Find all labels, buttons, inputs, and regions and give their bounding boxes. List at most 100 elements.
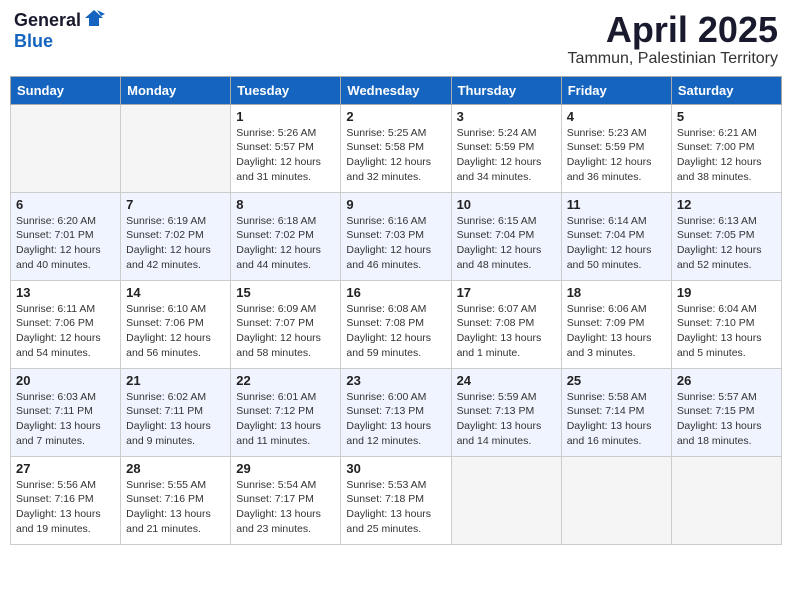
calendar-cell: 14 Sunrise: 6:10 AM Sunset: 7:06 PM Dayli…	[121, 280, 231, 368]
day-number: 6	[16, 197, 115, 212]
day-info: Sunrise: 5:54 AM Sunset: 7:17 PM Dayligh…	[236, 478, 335, 537]
day-info: Sunrise: 5:53 AM Sunset: 7:18 PM Dayligh…	[346, 478, 445, 537]
day-info: Sunrise: 6:02 AM Sunset: 7:11 PM Dayligh…	[126, 390, 225, 449]
day-number: 11	[567, 197, 666, 212]
day-info: Sunrise: 5:56 AM Sunset: 7:16 PM Dayligh…	[16, 478, 115, 537]
day-number: 12	[677, 197, 776, 212]
day-number: 26	[677, 373, 776, 388]
day-number: 23	[346, 373, 445, 388]
day-number: 24	[457, 373, 556, 388]
day-number: 7	[126, 197, 225, 212]
day-info: Sunrise: 5:55 AM Sunset: 7:16 PM Dayligh…	[126, 478, 225, 537]
calendar-week-row: 1 Sunrise: 5:26 AM Sunset: 5:57 PM Daylig…	[11, 104, 782, 192]
day-info: Sunrise: 5:57 AM Sunset: 7:15 PM Dayligh…	[677, 390, 776, 449]
calendar-cell: 16 Sunrise: 6:08 AM Sunset: 7:08 PM Dayli…	[341, 280, 451, 368]
title-area: April 2025 Tammun, Palestinian Territory	[568, 10, 778, 68]
day-info: Sunrise: 6:07 AM Sunset: 7:08 PM Dayligh…	[457, 302, 556, 361]
day-info: Sunrise: 6:04 AM Sunset: 7:10 PM Dayligh…	[677, 302, 776, 361]
calendar-cell: 6 Sunrise: 6:20 AM Sunset: 7:01 PM Daylig…	[11, 192, 121, 280]
calendar-cell: 4 Sunrise: 5:23 AM Sunset: 5:59 PM Daylig…	[561, 104, 671, 192]
day-number: 28	[126, 461, 225, 476]
day-number: 17	[457, 285, 556, 300]
day-info: Sunrise: 6:00 AM Sunset: 7:13 PM Dayligh…	[346, 390, 445, 449]
calendar-cell: 26 Sunrise: 5:57 AM Sunset: 7:15 PM Dayli…	[671, 368, 781, 456]
logo-general-text: General	[14, 10, 81, 31]
calendar-cell: 30 Sunrise: 5:53 AM Sunset: 7:18 PM Dayli…	[341, 456, 451, 544]
logo-blue-text: Blue	[14, 31, 53, 51]
calendar-cell	[121, 104, 231, 192]
calendar-cell: 22Sunrise: 6:01 AM Sunset: 7:12 PM Dayli…	[231, 368, 341, 456]
day-info: Sunrise: 6:10 AM Sunset: 7:06 PM Dayligh…	[126, 302, 225, 361]
calendar-cell: 1 Sunrise: 5:26 AM Sunset: 5:57 PM Daylig…	[231, 104, 341, 192]
day-info: Sunrise: 6:15 AM Sunset: 7:04 PM Dayligh…	[457, 214, 556, 273]
calendar-cell: 12 Sunrise: 6:13 AM Sunset: 7:05 PM Dayli…	[671, 192, 781, 280]
day-number: 3	[457, 109, 556, 124]
column-header-wednesday: Wednesday	[341, 76, 451, 104]
day-info: Sunrise: 6:11 AM Sunset: 7:06 PM Dayligh…	[16, 302, 115, 361]
day-info: Sunrise: 5:24 AM Sunset: 5:59 PM Dayligh…	[457, 126, 556, 185]
day-number: 27	[16, 461, 115, 476]
logo-bird-icon	[83, 8, 105, 30]
day-info: Sunrise: 6:21 AM Sunset: 7:00 PM Dayligh…	[677, 126, 776, 185]
calendar-cell: 17 Sunrise: 6:07 AM Sunset: 7:08 PM Dayli…	[451, 280, 561, 368]
day-number: 10	[457, 197, 556, 212]
day-number: 29	[236, 461, 335, 476]
day-number: 16	[346, 285, 445, 300]
day-info: Sunrise: 6:13 AM Sunset: 7:05 PM Dayligh…	[677, 214, 776, 273]
day-number: 15	[236, 285, 335, 300]
column-header-friday: Friday	[561, 76, 671, 104]
calendar-cell: 18 Sunrise: 6:06 AM Sunset: 7:09 PM Dayli…	[561, 280, 671, 368]
calendar-cell: 19 Sunrise: 6:04 AM Sunset: 7:10 PM Dayli…	[671, 280, 781, 368]
day-number: 4	[567, 109, 666, 124]
calendar-cell: 9 Sunrise: 6:16 AM Sunset: 7:03 PM Daylig…	[341, 192, 451, 280]
day-info: Sunrise: 6:20 AM Sunset: 7:01 PM Dayligh…	[16, 214, 115, 273]
calendar-cell: 8 Sunrise: 6:18 AM Sunset: 7:02 PM Daylig…	[231, 192, 341, 280]
day-info: Sunrise: 5:26 AM Sunset: 5:57 PM Dayligh…	[236, 126, 335, 185]
day-info: Sunrise: 5:23 AM Sunset: 5:59 PM Dayligh…	[567, 126, 666, 185]
day-info: Sunrise: 6:03 AM Sunset: 7:11 PM Dayligh…	[16, 390, 115, 449]
day-info: Sunrise: 6:08 AM Sunset: 7:08 PM Dayligh…	[346, 302, 445, 361]
calendar-cell: 21 Sunrise: 6:02 AM Sunset: 7:11 PM Dayli…	[121, 368, 231, 456]
day-number: 21	[126, 373, 225, 388]
calendar-cell: 27 Sunrise: 5:56 AM Sunset: 7:16 PM Dayli…	[11, 456, 121, 544]
calendar-cell	[561, 456, 671, 544]
day-number: 25	[567, 373, 666, 388]
day-number: 8	[236, 197, 335, 212]
day-number: 30	[346, 461, 445, 476]
column-header-monday: Monday	[121, 76, 231, 104]
calendar-cell: 7Sunrise: 6:19 AM Sunset: 7:02 PM Daylig…	[121, 192, 231, 280]
calendar-cell: 20 Sunrise: 6:03 AM Sunset: 7:11 PM Dayli…	[11, 368, 121, 456]
calendar-cell: 5 Sunrise: 6:21 AM Sunset: 7:00 PM Daylig…	[671, 104, 781, 192]
column-header-saturday: Saturday	[671, 76, 781, 104]
calendar-table: SundayMondayTuesdayWednesdayThursdayFrid…	[10, 76, 782, 545]
calendar-cell: 23 Sunrise: 6:00 AM Sunset: 7:13 PM Dayli…	[341, 368, 451, 456]
calendar-cell: 28 Sunrise: 5:55 AM Sunset: 7:16 PM Dayli…	[121, 456, 231, 544]
day-info: Sunrise: 6:18 AM Sunset: 7:02 PM Dayligh…	[236, 214, 335, 273]
day-number: 13	[16, 285, 115, 300]
calendar-week-row: 13 Sunrise: 6:11 AM Sunset: 7:06 PM Dayli…	[11, 280, 782, 368]
calendar-cell: 10 Sunrise: 6:15 AM Sunset: 7:04 PM Dayli…	[451, 192, 561, 280]
calendar-cell: 24Sunrise: 5:59 AM Sunset: 7:13 PM Dayli…	[451, 368, 561, 456]
calendar-cell	[671, 456, 781, 544]
column-header-tuesday: Tuesday	[231, 76, 341, 104]
day-number: 1	[236, 109, 335, 124]
day-number: 18	[567, 285, 666, 300]
day-info: Sunrise: 5:58 AM Sunset: 7:14 PM Dayligh…	[567, 390, 666, 449]
page-header: General Blue April 2025 Tammun, Palestin…	[10, 10, 782, 68]
day-info: Sunrise: 6:16 AM Sunset: 7:03 PM Dayligh…	[346, 214, 445, 273]
calendar-week-row: 6 Sunrise: 6:20 AM Sunset: 7:01 PM Daylig…	[11, 192, 782, 280]
day-info: Sunrise: 6:01 AM Sunset: 7:12 PM Dayligh…	[236, 390, 335, 449]
day-number: 20	[16, 373, 115, 388]
column-header-thursday: Thursday	[451, 76, 561, 104]
day-number: 9	[346, 197, 445, 212]
day-number: 14	[126, 285, 225, 300]
calendar-cell	[11, 104, 121, 192]
day-info: Sunrise: 6:06 AM Sunset: 7:09 PM Dayligh…	[567, 302, 666, 361]
day-number: 2	[346, 109, 445, 124]
calendar-cell: 25 Sunrise: 5:58 AM Sunset: 7:14 PM Dayli…	[561, 368, 671, 456]
day-number: 19	[677, 285, 776, 300]
day-number: 5	[677, 109, 776, 124]
column-header-sunday: Sunday	[11, 76, 121, 104]
day-info: Sunrise: 5:25 AM Sunset: 5:58 PM Dayligh…	[346, 126, 445, 185]
calendar-week-row: 27 Sunrise: 5:56 AM Sunset: 7:16 PM Dayli…	[11, 456, 782, 544]
